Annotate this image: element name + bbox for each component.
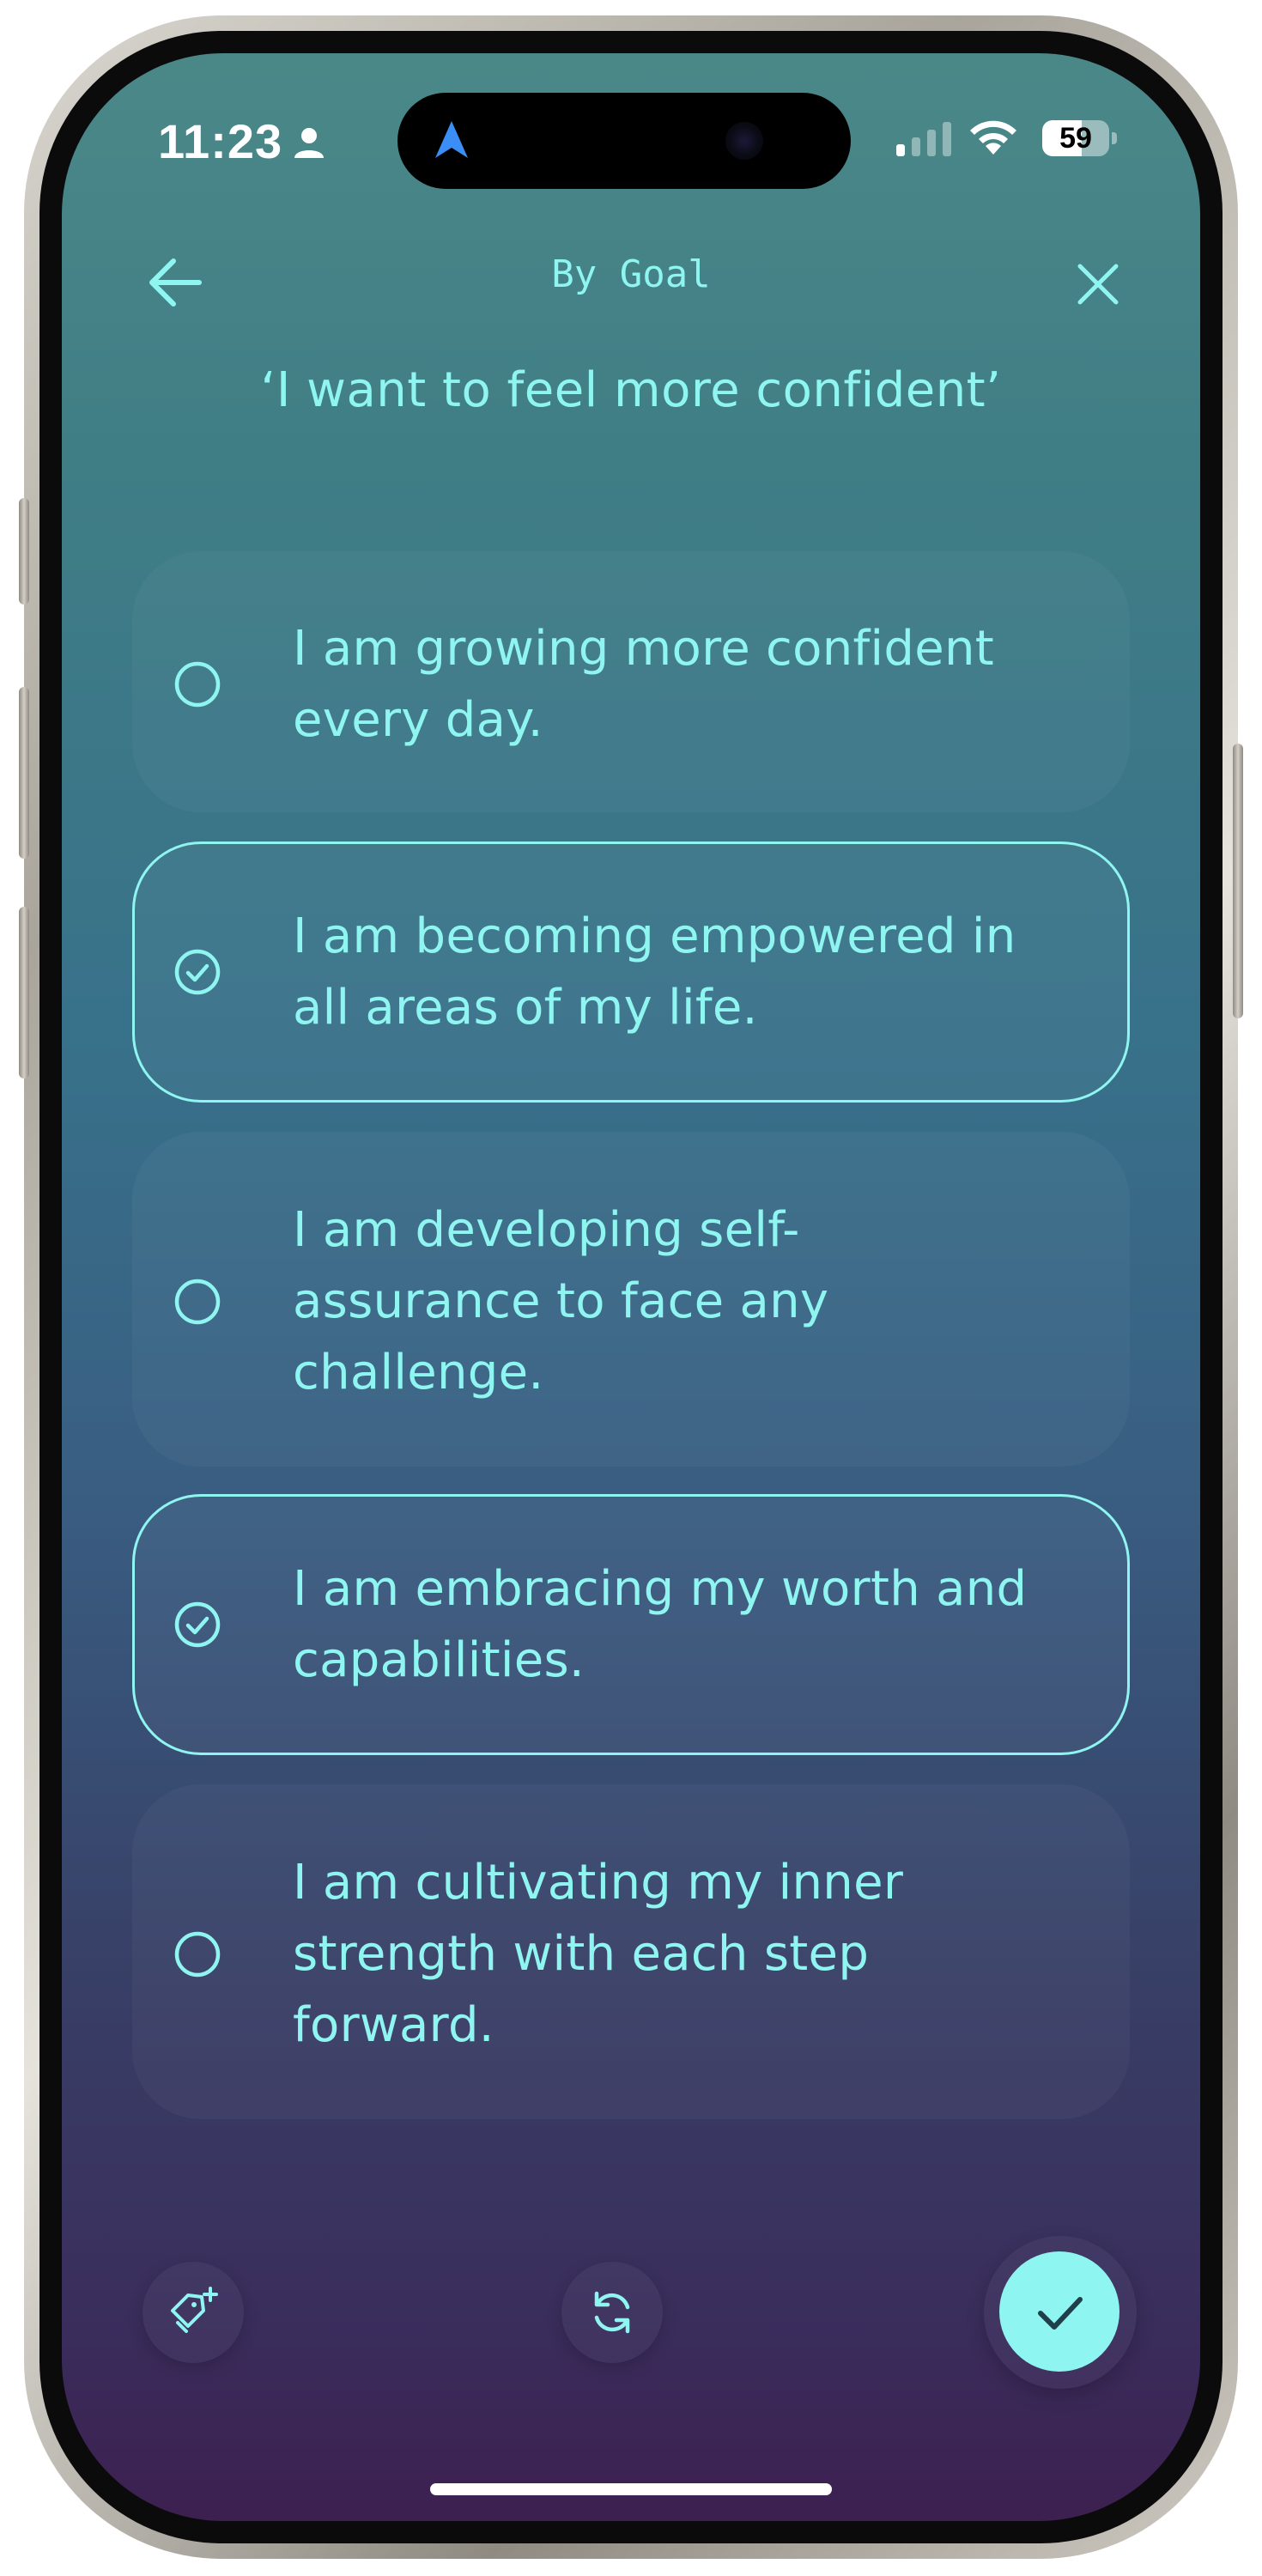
affirmation-card-1[interactable]: I am growing more confident every day. (132, 551, 1130, 812)
refresh-button[interactable] (561, 2262, 663, 2363)
affirmation-line: I am becoming empowered in (293, 908, 1016, 964)
affirmation-text: I am cultivating my inner strength with … (293, 1847, 1091, 2061)
radio-unchecked-icon[interactable] (173, 1929, 222, 1979)
dynamic-island (397, 93, 851, 189)
affirmation-line: I am developing self- (293, 1202, 800, 1258)
radio-unchecked-icon[interactable] (173, 659, 222, 709)
affirmation-line: assurance to face any (293, 1273, 829, 1329)
goal-heading: ‘I want to feel more confident’ (260, 362, 1002, 418)
affirmation-line: all areas of my life. (293, 980, 758, 1036)
action-button (19, 498, 29, 605)
radio-checked-icon[interactable] (173, 947, 222, 997)
screen: 11:23 59 By Goal ‘I want to feel more co… (62, 53, 1200, 2521)
refresh-icon (594, 2291, 630, 2334)
affirmation-card-3[interactable]: I am developing self- assurance to face … (132, 1132, 1130, 1467)
battery-body: 59 (1042, 120, 1109, 156)
battery-indicator: 59 (1042, 120, 1118, 156)
affirmation-text: I am becoming empowered in all areas of … (293, 901, 1091, 1043)
wifi-icon (970, 120, 1016, 155)
affirmation-line: I am cultivating my inner (293, 1855, 904, 1911)
battery-tip (1112, 132, 1117, 144)
status-bar: 11:23 59 (62, 53, 1200, 191)
check-icon (1038, 2297, 1083, 2330)
affirmation-line: every day. (293, 692, 543, 748)
affirmation-card-5[interactable]: I am cultivating my inner strength with … (132, 1784, 1130, 2119)
affirmation-text: I am growing more confident every day. (293, 613, 1091, 756)
volume-down-button (19, 907, 29, 1078)
nav-title: By Goal (551, 252, 711, 296)
battery-level: 59 (1059, 122, 1092, 155)
affirmation-line: forward. (293, 1997, 494, 2053)
affirmation-text: I am developing self- assurance to face … (293, 1194, 1091, 1408)
person-icon (294, 128, 324, 158)
affirmation-line: I am growing more confident (293, 621, 995, 677)
affirmation-line: I am embracing my worth and (293, 1561, 1028, 1617)
affirmation-text: I am embracing my worth and capabilities… (293, 1553, 1091, 1696)
affirmation-card-2[interactable]: I am becoming empowered in all areas of … (132, 841, 1130, 1103)
radio-unchecked-icon[interactable] (173, 1277, 222, 1327)
affirmation-line: challenge. (293, 1345, 544, 1400)
affirmation-card-4[interactable]: I am embracing my worth and capabilities… (132, 1494, 1130, 1755)
cellular-signal-icon (896, 122, 951, 156)
radio-checked-icon[interactable] (173, 1600, 222, 1649)
tag-add-icon (171, 2287, 218, 2333)
affirmation-line: capabilities. (293, 1632, 585, 1688)
location-arrow-icon (435, 121, 468, 158)
front-camera (725, 122, 763, 160)
affirmation-line: strength with each step (293, 1926, 870, 1982)
home-indicator[interactable] (430, 2483, 832, 2495)
status-time: 11:23 (158, 114, 283, 168)
confirm-button[interactable] (999, 2251, 1119, 2372)
add-tag-button[interactable] (143, 2262, 244, 2363)
power-button (1233, 744, 1243, 1018)
close-icon[interactable] (1065, 251, 1132, 318)
volume-up-button (19, 687, 29, 859)
